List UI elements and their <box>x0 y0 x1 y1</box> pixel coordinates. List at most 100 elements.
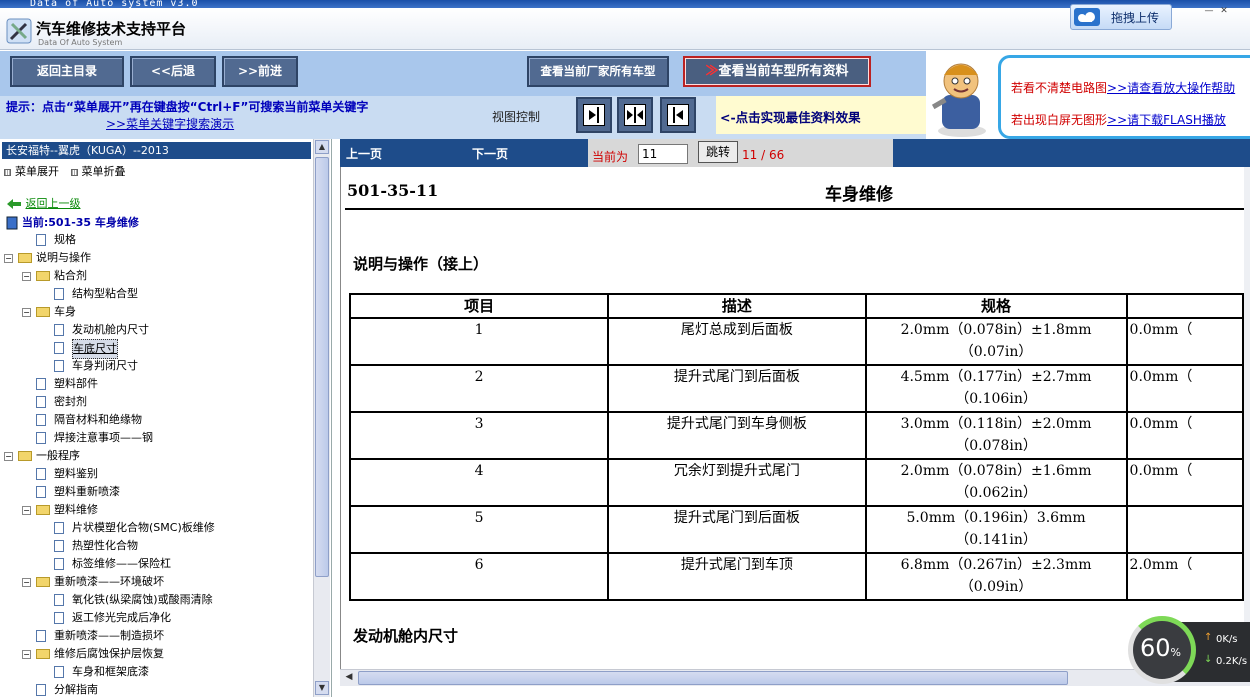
scroll-left-icon[interactable]: ◀ <box>342 671 356 685</box>
cell-item: 5 <box>348 505 610 554</box>
tree-item[interactable]: 车身和框架底漆 <box>4 663 310 681</box>
tree-toggle-icon[interactable]: − <box>22 272 31 281</box>
menu-tree-scrollbar[interactable]: ▲ ▼ <box>313 139 330 697</box>
menu-scroll-thumb[interactable] <box>315 157 329 577</box>
tree-item[interactable]: 车底尺寸 <box>4 339 310 359</box>
back-up-label: 返回上一级 <box>25 197 81 210</box>
tree-item[interactable]: 车身判闭尺寸 <box>4 357 310 375</box>
specification-table: 项目 描述 规格 1 尾灯总成到后面板 2.0mm（0.078in）±1.8mm （0… <box>348 293 1244 601</box>
menu-collapse-button[interactable]: 菜单折叠 <box>70 165 126 178</box>
tree-item[interactable]: 密封剂 <box>4 393 310 411</box>
cell-extra: 0.0mm（ <box>1125 458 1244 507</box>
cell-extra: 0.0mm（ <box>1125 411 1244 460</box>
tree-toggle-icon[interactable]: − <box>22 650 31 659</box>
download-rate: 0.2K/s <box>1216 656 1248 667</box>
all-data-button[interactable]: ≫查看当前车型所有资料 <box>683 56 871 87</box>
document-horizontal-scrollbar[interactable]: ◀ ▶ <box>340 669 1250 686</box>
tree-toggle-icon[interactable]: − <box>4 254 13 263</box>
spec-line-1: 5.0mm（0.196in）3.6mm <box>906 510 1086 526</box>
spec-line-1: 4.5mm（0.177in）±2.7mm <box>900 369 1092 385</box>
tree-item[interactable]: 发动机舱内尺寸 <box>4 321 310 339</box>
tree-item[interactable]: 结构型粘合型 <box>4 285 310 303</box>
menu-collapse-label: 菜单折叠 <box>81 165 126 178</box>
table-row: 2 提升式尾门到后面板 4.5mm（0.177in）±2.7mm （0.106in） 0… <box>348 364 1244 413</box>
prev-page-link[interactable]: 上一页 <box>346 145 382 162</box>
zoom-help-link[interactable]: >>请查看放大操作帮助 <box>1107 81 1235 95</box>
page-number-input[interactable]: 11 <box>638 144 688 164</box>
tree-item[interactable]: − 一般程序 <box>4 447 310 465</box>
scroll-up-icon[interactable]: ▲ <box>315 140 329 154</box>
tree-item[interactable]: 片状模塑化合物(SMC)板维修 <box>4 519 310 537</box>
document-icon <box>54 288 64 300</box>
network-speed-widget[interactable]: 60% ↑ 0K/s ↓ 0.2K/s <box>1128 616 1250 688</box>
tree-item[interactable]: 隔音材料和绝缘物 <box>4 411 310 429</box>
document-title: 车身维修 <box>825 185 893 205</box>
tree-item[interactable]: 塑料鉴别 <box>4 465 310 483</box>
view-hint-box: <-点击实现最佳资料效果 <box>716 96 926 134</box>
document-icon <box>54 324 64 336</box>
all-data-label: 查看当前车型所有资料 <box>718 64 849 79</box>
view-left-panel-button[interactable] <box>576 97 612 133</box>
tree-toggle-icon[interactable]: − <box>22 506 31 515</box>
scroll-down-icon[interactable]: ▼ <box>315 681 329 695</box>
cell-item: 2 <box>348 364 610 413</box>
flash-download-link[interactable]: >>请下载FLASH播放 <box>1107 113 1226 127</box>
tree-item[interactable]: − 车身 <box>4 303 310 321</box>
spec-line-2: （0.062in） <box>955 485 1037 501</box>
tree-item[interactable]: − 说明与操作 <box>4 249 310 267</box>
hint-bar: 提示：点击“菜单展开”再在键盘按“Ctrl+F”可搜索当前菜单关键字 >>菜单关… <box>0 96 926 139</box>
document-icon <box>54 666 64 678</box>
window-title-bar: Data of Auto system v3.0 <box>0 0 1250 8</box>
tree-item[interactable]: − 重新喷漆——环境破坏 <box>4 573 310 591</box>
document-icon <box>54 342 64 354</box>
tree-item[interactable]: 标签维修——保险杠 <box>4 555 310 573</box>
tree-item[interactable]: 塑料重新喷漆 <box>4 483 310 501</box>
forward-button[interactable]: >>前进 <box>222 56 298 87</box>
tree-toggle-icon[interactable]: − <box>22 308 31 317</box>
document-icon <box>36 432 46 444</box>
current-node: 当前:501-35 车身维修 <box>6 214 139 230</box>
folder-icon <box>36 577 50 587</box>
menu-expand-button[interactable]: 菜单展开 <box>4 165 59 178</box>
view-full-content-button[interactable] <box>660 97 696 133</box>
search-demo-link[interactable]: >>菜单关键字搜索演示 <box>106 115 234 132</box>
help-panel: 若看不清楚电路图>>请查看放大操作帮助 若出现白屏无图形>>请下载FLASH播放 <box>998 55 1250 139</box>
cell-extra: 0.0mm（ <box>1125 317 1244 366</box>
tree-toggle-icon[interactable]: − <box>22 578 31 587</box>
cell-spec: 6.8mm（0.267in）±2.3mm （0.09in） <box>864 552 1128 601</box>
section-title: 说明与操作（接上） <box>353 255 489 273</box>
tree-item[interactable]: 重新喷漆——制造损坏 <box>4 627 310 645</box>
table-row: 3 提升式尾门到车身侧板 3.0mm（0.118in）±2.0mm （0.078in）… <box>348 411 1244 460</box>
all-models-button[interactable]: 查看当前厂家所有车型 <box>527 56 669 87</box>
app-title: 汽车维修技术支持平台 <box>36 20 187 38</box>
folder-icon <box>36 271 50 281</box>
spec-line-2: （0.141in） <box>955 532 1037 548</box>
folder-icon <box>36 505 50 515</box>
upload-button[interactable]: 拖拽上传 <box>1070 4 1172 30</box>
spec-line-2: （0.07in） <box>959 344 1033 360</box>
home-button[interactable]: 返回主目录 <box>10 56 124 87</box>
back-button[interactable]: <<后退 <box>130 56 216 87</box>
minimize-icon[interactable]: — <box>1203 5 1215 17</box>
tree-item[interactable]: 氧化铁(纵梁腐蚀)或酸雨清除 <box>4 591 310 609</box>
tree-item-label: 发动机舱内尺寸 <box>72 323 149 336</box>
tree-item[interactable]: − 维修后腐蚀保护层恢复 <box>4 645 310 663</box>
tree-item[interactable]: 规格 <box>4 231 310 249</box>
tree-item[interactable]: 分解指南 <box>4 681 310 697</box>
tree-item[interactable]: 返工修光完成后净化 <box>4 609 310 627</box>
tree-item[interactable]: 塑料部件 <box>4 375 310 393</box>
view-split-button[interactable] <box>617 97 653 133</box>
horizontal-scroll-thumb[interactable] <box>358 671 1068 685</box>
tree-toggle-icon[interactable]: − <box>4 452 13 461</box>
tree-item[interactable]: − 塑料维修 <box>4 501 310 519</box>
close-icon[interactable]: ✕ <box>1218 5 1230 17</box>
tree-item[interactable]: 焊接注意事项——钢 <box>4 429 310 447</box>
document-vertical-scrollbar[interactable] <box>1244 167 1250 669</box>
tree-item[interactable]: − 粘合剂 <box>4 267 310 285</box>
help-row-flash: 若出现白屏无图形>>请下载FLASH播放 <box>1011 111 1226 128</box>
tree-item[interactable]: 热塑性化合物 <box>4 537 310 555</box>
jump-button[interactable]: 跳转 <box>698 141 738 163</box>
back-up-level-link[interactable]: 返回上一级 <box>6 195 81 211</box>
next-page-link[interactable]: 下一页 <box>472 145 508 162</box>
document-icon <box>36 414 46 426</box>
